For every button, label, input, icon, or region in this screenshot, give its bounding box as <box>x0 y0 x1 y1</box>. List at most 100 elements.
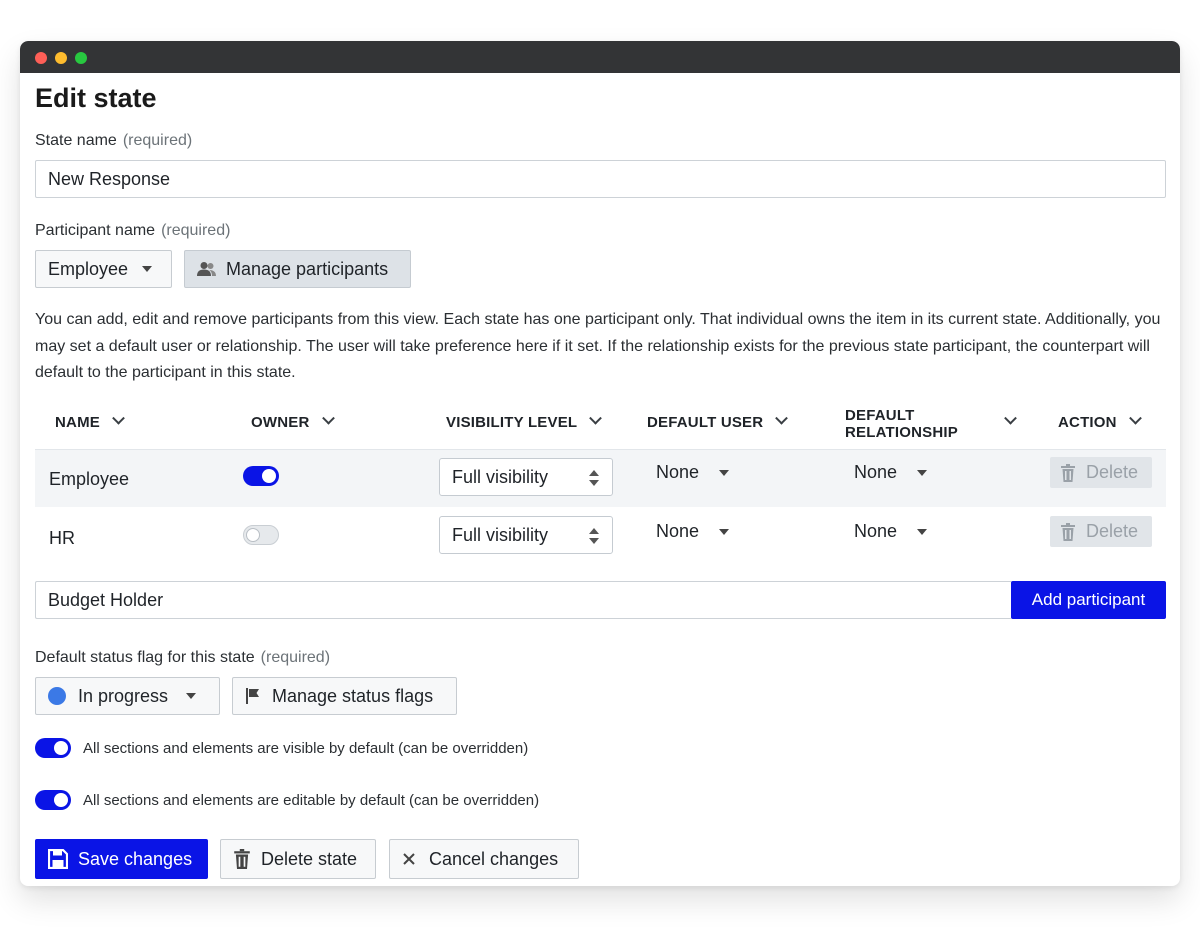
column-header-default-relationship-sort[interactable] <box>1004 411 1017 431</box>
participants-description: You can add, edit and remove participant… <box>35 311 1161 381</box>
column-header-action[interactable]: ACTION <box>1058 411 1142 431</box>
participant-name-cell: HR <box>49 528 75 548</box>
status-flag-label-text: Default status flag for this state <box>35 649 255 666</box>
column-header-owner-label: OWNER <box>251 414 310 431</box>
app-window: Edit state State name (required) Particip… <box>20 41 1180 886</box>
toggle-knob <box>54 741 68 755</box>
column-header-visibility-label: VISIBILITY LEVEL <box>446 414 578 431</box>
chevron-down-icon <box>589 411 603 425</box>
chevron-down-icon <box>917 528 928 535</box>
visible-default-label: All sections and elements are visible by… <box>83 739 529 757</box>
default-relationship-value: None <box>854 521 898 541</box>
cancel-changes-label: Cancel changes <box>429 848 559 869</box>
required-hint: (required) <box>260 649 331 666</box>
save-changes-button[interactable]: Save changes <box>35 839 208 879</box>
toggle-knob <box>246 528 260 542</box>
save-changes-label: Save changes <box>78 848 193 869</box>
add-participant-button[interactable]: Add participant <box>1011 581 1166 619</box>
participant-select[interactable]: Employee <box>35 250 172 288</box>
column-header-default-relationship[interactable]: DEFAULT RELATIONSHIP <box>845 407 958 441</box>
chevron-down-icon <box>321 411 335 425</box>
delete-participant-button[interactable]: Delete <box>1050 457 1152 488</box>
trash-icon <box>234 849 250 869</box>
status-color-dot <box>48 687 66 705</box>
chevron-down-icon <box>775 411 789 425</box>
manage-status-flags-label: Manage status flags <box>272 685 434 706</box>
minimize-window-button[interactable] <box>55 52 67 64</box>
trash-icon <box>1061 522 1075 541</box>
delete-label: Delete <box>1086 462 1139 482</box>
status-flag-label: Default status flag for this state (requi… <box>35 649 330 667</box>
manage-participants-button[interactable]: Manage participants <box>184 250 411 288</box>
delete-state-button[interactable]: Delete state <box>220 839 376 879</box>
visible-default-toggle[interactable] <box>35 738 71 758</box>
default-user-select[interactable]: None <box>656 462 730 483</box>
column-header-name-label: NAME <box>55 414 100 431</box>
participant-name-label: Participant name (required) <box>35 222 230 240</box>
maximize-window-button[interactable] <box>75 52 87 64</box>
default-user-select[interactable]: None <box>656 521 730 542</box>
default-relationship-value: None <box>854 462 898 482</box>
column-header-owner[interactable]: OWNER <box>251 411 335 431</box>
state-name-label-text: State name <box>35 132 117 149</box>
required-hint: (required) <box>161 222 231 239</box>
state-name-label: State name (required) <box>35 132 192 150</box>
window-titlebar <box>20 41 1180 73</box>
add-participant-group: Add participant <box>35 581 1166 619</box>
column-header-visibility[interactable]: VISIBILITY LEVEL <box>446 411 603 431</box>
delete-state-label: Delete state <box>261 848 358 869</box>
toggle-knob <box>54 793 68 807</box>
default-user-value: None <box>656 521 700 541</box>
visibility-select[interactable]: Full visibility <box>439 458 613 496</box>
chevron-down-icon <box>1128 411 1142 425</box>
visibility-select-value: Full visibility <box>452 524 549 545</box>
chevron-down-icon <box>112 411 125 425</box>
delete-label: Delete <box>1086 521 1139 541</box>
chevron-down-icon <box>719 469 730 476</box>
required-hint: (required) <box>122 132 193 149</box>
trash-icon <box>1061 463 1075 482</box>
column-header-name[interactable]: NAME <box>55 411 125 431</box>
participant-name-cell: Employee <box>49 469 130 489</box>
default-user-value: None <box>656 462 700 482</box>
toggle-knob <box>262 469 276 483</box>
visibility-select[interactable]: Full visibility <box>439 516 613 554</box>
status-flag-value: In progress <box>78 685 169 706</box>
owner-toggle[interactable] <box>243 525 279 545</box>
owner-toggle[interactable] <box>243 466 279 486</box>
close-window-button[interactable] <box>35 52 47 64</box>
flag-icon <box>246 688 259 704</box>
status-flag-select[interactable]: In progress <box>35 677 220 715</box>
column-header-default-relationship-line1: DEFAULT <box>845 407 915 424</box>
page-title: Edit state <box>35 83 157 113</box>
state-name-input[interactable] <box>35 160 1166 198</box>
close-icon <box>403 853 415 865</box>
delete-participant-button[interactable]: Delete <box>1050 516 1152 547</box>
default-relationship-select[interactable]: None <box>854 521 928 542</box>
chevron-down-icon <box>186 693 197 699</box>
sort-arrows-icon <box>589 470 599 486</box>
participant-select-value: Employee <box>48 258 129 279</box>
column-header-default-user[interactable]: DEFAULT USER <box>647 411 789 431</box>
editable-default-option: All sections and elements are editable b… <box>35 790 539 810</box>
manage-participants-label: Manage participants <box>226 258 389 279</box>
sort-arrows-icon <box>589 528 599 544</box>
chevron-down-icon <box>917 469 928 476</box>
chevron-down-icon <box>1004 411 1017 425</box>
users-icon <box>197 262 216 276</box>
column-header-default-user-label: DEFAULT USER <box>647 414 764 431</box>
new-participant-input[interactable] <box>35 581 1012 619</box>
editable-default-toggle[interactable] <box>35 790 71 810</box>
table-row: Employee Full visibility None None Delet… <box>35 449 1166 507</box>
chevron-down-icon <box>142 266 153 272</box>
save-icon <box>48 849 68 869</box>
visible-default-option: All sections and elements are visible by… <box>35 738 528 758</box>
editable-default-label: All sections and elements are editable b… <box>83 791 540 809</box>
table-row: HR Full visibility None None Delete <box>35 508 1166 566</box>
chevron-down-icon <box>719 528 730 535</box>
participant-name-label-text: Participant name <box>35 222 156 239</box>
default-relationship-select[interactable]: None <box>854 462 928 483</box>
cancel-changes-button[interactable]: Cancel changes <box>389 839 579 879</box>
manage-status-flags-button[interactable]: Manage status flags <box>232 677 457 715</box>
column-header-default-relationship-line2: RELATIONSHIP <box>845 424 958 441</box>
